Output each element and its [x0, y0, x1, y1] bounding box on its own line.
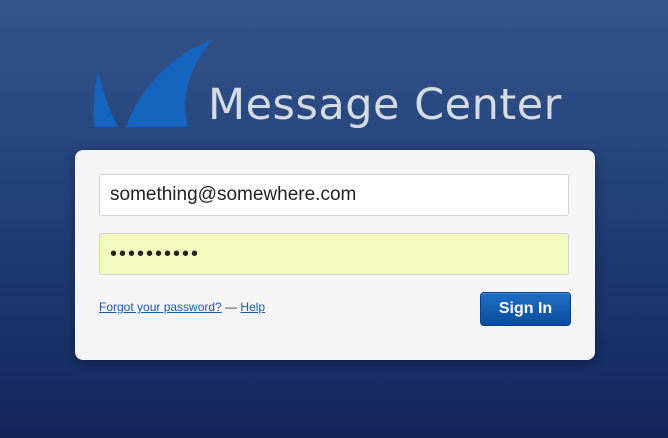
email-field[interactable] [99, 174, 569, 216]
password-field[interactable] [99, 233, 569, 275]
help-links: Forgot your password? — Help [99, 300, 265, 314]
shark-fin-logo-icon [93, 40, 212, 127]
sign-in-button[interactable]: Sign In [480, 292, 571, 326]
link-separator: — [221, 300, 241, 314]
forgot-password-link[interactable]: Forgot your password? [99, 300, 222, 314]
app-title: Message Center [208, 80, 562, 130]
login-form: Forgot your password? — Help Sign In [75, 150, 595, 360]
help-link[interactable]: Help [240, 300, 265, 314]
brand-header: Message Center [92, 40, 592, 140]
